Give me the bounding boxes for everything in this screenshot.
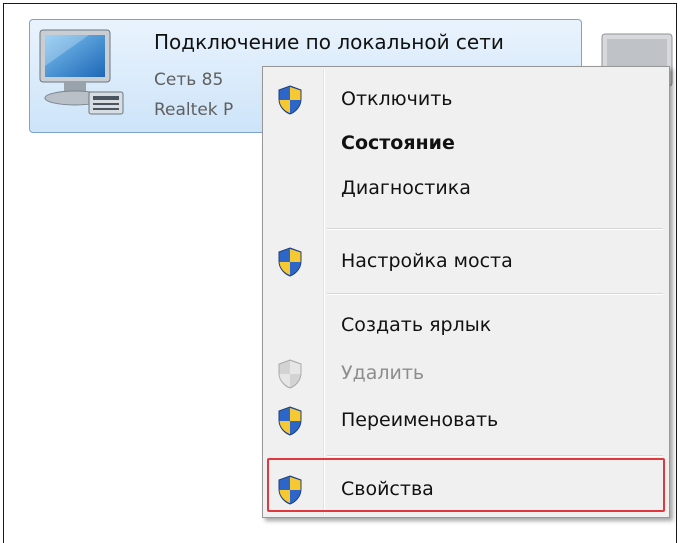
menu-item-label: Настройка моста — [341, 250, 513, 272]
uac-shield-icon — [278, 406, 302, 436]
uac-shield-icon — [278, 85, 302, 115]
menu-item-status[interactable]: Состояние — [263, 123, 669, 167]
network-adapter-icon — [39, 29, 124, 115]
menu-item-label: Создать ярлык — [341, 314, 492, 336]
connection-title: Подключение по локальной сети — [154, 30, 504, 54]
menu-item-delete: Удалить — [263, 353, 669, 397]
connection-network: Сеть 85 — [154, 70, 224, 90]
menu-item-rename[interactable]: Переименовать — [263, 400, 669, 444]
menu-item-label: Переименовать — [341, 409, 499, 431]
menu-item-create-shortcut[interactable]: Создать ярлык — [263, 305, 669, 349]
menu-item-disconnect[interactable]: Отключить — [263, 79, 669, 123]
properties-highlight-box — [267, 458, 665, 512]
menu-item-label: Отключить — [341, 88, 453, 110]
menu-separator — [327, 455, 663, 457]
uac-shield-icon — [278, 247, 302, 277]
menu-item-label: Состояние — [341, 132, 455, 154]
menu-item-bridge-connections[interactable]: Настройка моста — [263, 241, 669, 285]
menu-item-diagnostics[interactable]: Диагностика — [263, 168, 669, 212]
context-menu: Отключить Состояние Диагностика Настройк… — [262, 66, 670, 518]
menu-item-label: Удалить — [341, 362, 425, 384]
menu-separator — [327, 228, 663, 230]
menu-separator — [327, 293, 663, 295]
uac-shield-icon-disabled — [278, 359, 302, 389]
menu-item-label: Диагностика — [341, 177, 471, 199]
connection-adapter: Realtek P — [154, 100, 234, 120]
